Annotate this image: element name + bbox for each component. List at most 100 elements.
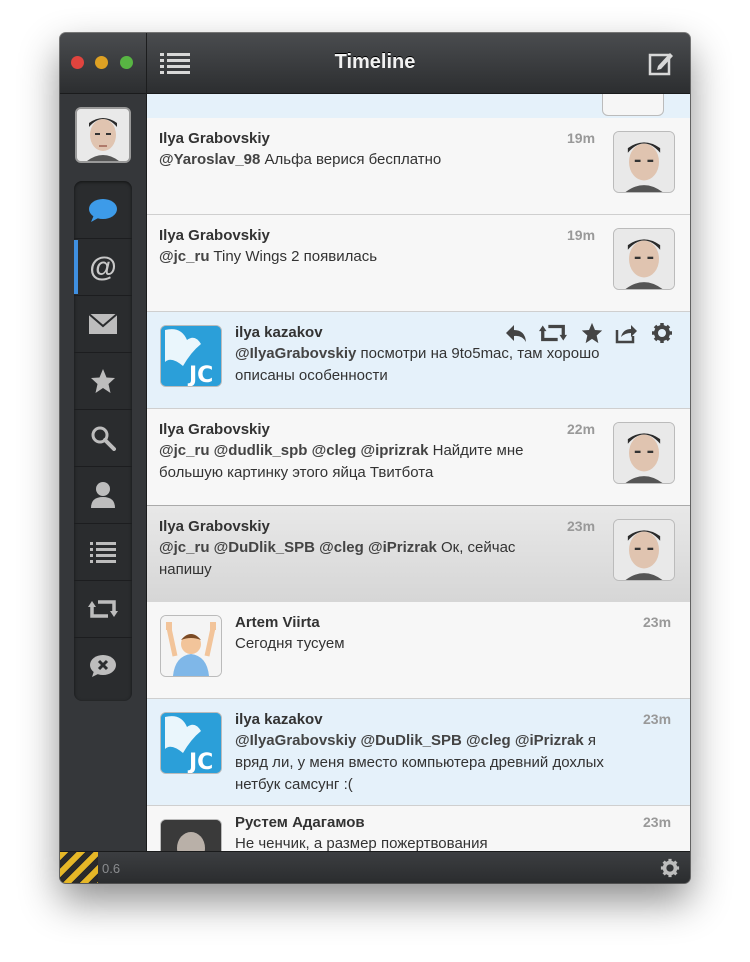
tweet-author[interactable]: ilya kazakov xyxy=(235,711,323,728)
nav-muted[interactable] xyxy=(74,637,132,694)
tweet-time: 19m xyxy=(567,227,596,243)
account-avatar[interactable] xyxy=(75,107,131,163)
tweet-author[interactable]: Artem Viirta xyxy=(235,614,320,631)
nav-timeline[interactable] xyxy=(74,181,132,239)
bottom-bar: 0.6 xyxy=(60,851,690,883)
tweet-author[interactable]: Ilya Grabovskiy xyxy=(159,518,270,535)
tweet-item-selected[interactable]: Ilya Grabovskiy 23m @jc_ru @DuDlik_SPB @… xyxy=(147,505,690,603)
resize-stripes[interactable] xyxy=(60,852,98,883)
tweet-avatar[interactable]: JC xyxy=(160,712,222,774)
search-icon xyxy=(91,426,116,451)
tweet-text: @jc_ru @DuDlik_SPB @cleg @iPrizrak Ок, с… xyxy=(159,537,515,559)
gear-icon[interactable] xyxy=(651,322,673,344)
mention-link[interactable]: @dudlik_spb xyxy=(214,442,308,459)
tweet-author[interactable]: Ilya Grabovskiy xyxy=(159,227,270,244)
tweet-time: 23m xyxy=(643,614,672,630)
nav-group: @ xyxy=(74,181,132,701)
tweet-author[interactable]: ilya kazakov xyxy=(235,324,323,341)
retweet-icon xyxy=(88,599,118,618)
compose-icon[interactable] xyxy=(648,50,674,76)
tweet-time: 23m xyxy=(643,814,672,830)
window-title: Timeline xyxy=(334,51,416,73)
mention-link[interactable]: @iPrizrak xyxy=(515,732,584,749)
envelope-icon xyxy=(88,312,118,334)
tweet-text: @Yaroslav_98 Альфа верися бесплатно xyxy=(159,149,441,171)
tweet-avatar[interactable]: JC xyxy=(160,325,222,387)
person-icon xyxy=(91,481,115,508)
tweet-text-part: Альфа верися бесплатно xyxy=(260,151,442,168)
tweet-avatar[interactable] xyxy=(613,228,675,290)
nav-retweets[interactable] xyxy=(74,580,132,638)
mention-link[interactable]: @cleg xyxy=(312,442,357,459)
tweet-text: @IlyaGrabovskiy @DuDlik_SPB @cleg @iPriz… xyxy=(235,730,596,752)
tweet-author[interactable]: Рустем Адагамов xyxy=(235,814,365,831)
avatar-logo-text: JC xyxy=(187,363,213,386)
tweet-text: Сегодня тусуем xyxy=(235,635,345,652)
chat-bubble-icon xyxy=(89,198,117,222)
mention-link[interactable]: @iPrizrak xyxy=(368,539,437,556)
mention-link[interactable]: @DuDlik_SPB xyxy=(361,732,462,749)
mention-link[interactable]: @cleg xyxy=(466,732,511,749)
tweet-partial-top[interactable] xyxy=(147,94,690,119)
app-window: Timeline @ Ilya Grabovskiy 19m @Yaroslav… xyxy=(60,33,690,883)
nav-profile[interactable] xyxy=(74,466,132,524)
nav-favorites[interactable] xyxy=(74,352,132,410)
tweet-text-line: описаны особенности xyxy=(235,367,388,384)
nav-search[interactable] xyxy=(74,409,132,467)
mention-link[interactable]: @DuDlik_SPB xyxy=(214,539,315,556)
mention-link[interactable]: @jc_ru xyxy=(159,248,209,265)
tweet-actions xyxy=(505,322,685,344)
list-icon xyxy=(90,541,116,563)
mention-link[interactable]: @IlyaGrabovskiy xyxy=(235,732,356,749)
settings-gear-icon[interactable] xyxy=(660,858,680,878)
avatar-logo-text: JC xyxy=(187,750,213,773)
tweet-time: 23m xyxy=(643,711,672,727)
tweet-time: 22m xyxy=(567,421,596,437)
tweet-text: @jc_ru Tiny Wings 2 появилась xyxy=(159,246,377,268)
tweet-text: Не ченчик, а размер пожертвования xyxy=(235,835,488,851)
share-icon[interactable] xyxy=(615,322,637,344)
tweet-author[interactable]: Ilya Grabovskiy xyxy=(159,130,270,147)
tweet-text-line: напишу xyxy=(159,561,212,578)
tweet-text: @jc_ru @dudlik_spb @cleg @iprizrak Найди… xyxy=(159,440,523,462)
tweet-item[interactable]: Ilya Grabovskiy 19m @jc_ru Tiny Wings 2 … xyxy=(147,215,690,312)
tweet-text-part: я xyxy=(583,732,596,749)
tweet-text-part: Найдите мне xyxy=(428,442,524,459)
tweet-text: @IlyaGrabovskiy посмотри на 9to5mac, там… xyxy=(235,343,600,365)
tweet-text-part: Tiny Wings 2 появилась xyxy=(209,248,378,265)
tweet-text-part: Ок, сейчас xyxy=(436,539,516,556)
star-icon xyxy=(91,368,115,393)
retweet-icon[interactable] xyxy=(539,322,567,344)
tweet-text-line: нетбук самсунг :( xyxy=(235,776,353,793)
tweet-avatar[interactable] xyxy=(602,94,664,116)
version-label: 0.6 xyxy=(102,861,121,876)
tweet-text-part: посмотри на 9to5mac, там хорошо xyxy=(356,345,600,362)
nav-lists[interactable] xyxy=(74,523,132,581)
timeline: Ilya Grabovskiy 19m @Yaroslav_98 Альфа в… xyxy=(147,94,690,851)
mention-link[interactable]: @IlyaGrabovskiy xyxy=(235,345,356,362)
tweet-text-line: вряд ли, у меня вместо компьютера древни… xyxy=(235,754,604,771)
nav-messages[interactable] xyxy=(74,295,132,353)
tweet-time: 19m xyxy=(567,130,596,146)
mention-link[interactable]: @jc_ru xyxy=(159,442,209,459)
mention-link[interactable]: @cleg xyxy=(319,539,364,556)
tweet-item[interactable]: JC ilya kazakov 23m @IlyaGrabovskiy @DuD… xyxy=(147,699,690,806)
reply-icon[interactable] xyxy=(505,322,527,344)
tweet-item[interactable]: Ilya Grabovskiy 19m @Yaroslav_98 Альфа в… xyxy=(147,118,690,215)
tweet-item[interactable]: Artem Viirta 23m Сегодня тусуем xyxy=(147,602,690,699)
tweet-avatar[interactable] xyxy=(160,819,222,851)
tweet-item[interactable]: Рустем Адагамов 23m Не ченчик, а размер … xyxy=(147,806,690,851)
nav-mentions[interactable]: @ xyxy=(74,238,132,296)
tweet-avatar[interactable] xyxy=(613,422,675,484)
tweet-author[interactable]: Ilya Grabovskiy xyxy=(159,421,270,438)
mention-link[interactable]: @jc_ru xyxy=(159,539,209,556)
favorite-star-icon[interactable] xyxy=(581,322,603,344)
tweet-avatar[interactable] xyxy=(613,519,675,581)
at-sign-icon: @ xyxy=(89,250,117,282)
tweet-item[interactable]: JC ilya kazakov @IlyaGrabovskiy посмотри… xyxy=(147,312,690,409)
tweet-avatar[interactable] xyxy=(613,131,675,193)
mention-link[interactable]: @Yaroslav_98 xyxy=(159,151,260,168)
tweet-avatar[interactable] xyxy=(160,615,222,677)
tweet-item[interactable]: Ilya Grabovskiy 22m @jc_ru @dudlik_spb @… xyxy=(147,409,690,506)
mention-link[interactable]: @iprizrak xyxy=(360,442,428,459)
